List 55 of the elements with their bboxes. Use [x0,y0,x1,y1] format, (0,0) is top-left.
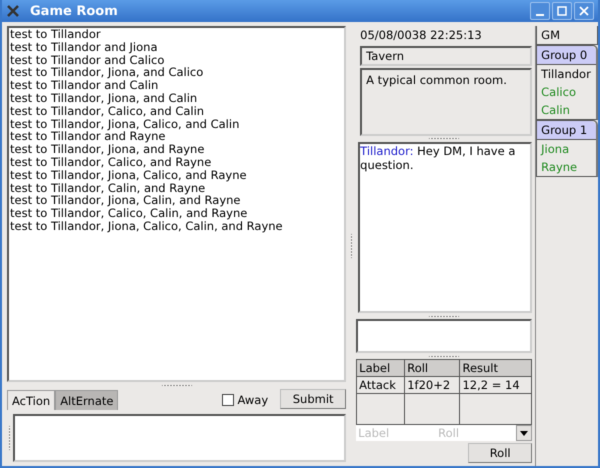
column-header[interactable]: Roll [404,360,460,377]
message-input[interactable] [13,414,346,462]
log-line: test to Tillandor and Jiona [10,40,159,54]
player-item[interactable]: Rayne [537,158,596,176]
log-line: test to Tillandor [10,28,102,41]
column-header[interactable]: Result [460,360,532,377]
player-item[interactable]: Calico [537,83,596,101]
minimize-icon [536,14,544,16]
maximize-button[interactable] [552,2,572,20]
description-box[interactable]: A typical common room. [360,68,532,136]
tab[interactable]: AltErnate [55,390,118,410]
log-line: test to Tillandor and Calico [10,54,166,66]
log-line: test to Tillandor, Jiona, and Calico [10,66,204,80]
window-title: Game Room [30,4,118,18]
splitter-grip[interactable] [7,426,11,450]
log-line: test to Tillandor, Jiona, and Rayne [10,143,206,156]
maximize-icon [557,6,567,16]
log-line: test to Tillandor and Calin [10,79,160,92]
log-line: test to Tillandor, Jiona, Calin, and Rayne [10,194,242,208]
group-header[interactable]: Group 0 [537,46,596,65]
away-label: Away [237,393,268,407]
caret-icon [520,430,528,436]
roll-field[interactable]: Roll [436,425,516,441]
app-icon [6,4,20,18]
location-field[interactable]: Tavern [360,46,532,66]
away-checkbox[interactable] [222,394,234,406]
player-item[interactable]: Tillandor [537,65,596,83]
player-item[interactable]: Calin [537,101,596,119]
tab[interactable]: AcTion [7,390,56,410]
table-cell: 1f20+2 [404,376,460,394]
log-line: test to Tillandor, Calico, Calin, and Rayne [10,207,248,220]
close-button[interactable] [574,2,594,20]
group-header[interactable]: Group 1 [537,121,596,140]
log-line: test to Tillandor, Calin, and Rayne [10,182,206,194]
submit-button[interactable]: Submit [280,389,346,409]
column-header[interactable]: Label [356,360,405,377]
log-line: test to Tillandor, Calico, and Rayne [10,156,212,169]
chat-input[interactable] [356,319,532,354]
timestamp: 05/08/0038 22:25:13 [359,27,483,44]
label-field[interactable]: Label [356,425,436,441]
minimize-button[interactable] [530,2,550,20]
log-line: test to Tillandor, Jiona, Calico, and Calin [10,118,240,130]
table-cell: Attack [356,376,405,394]
dropdown-button[interactable] [516,425,532,441]
log-line: test to Tillandor and Rayne [10,130,166,144]
table-cell: 12,2 = 14 [460,376,532,394]
close-icon [579,6,589,16]
player-item[interactable]: GM [536,26,598,45]
player-item[interactable]: Jiona [537,140,596,158]
log-line: test to Tillandor, Jiona, Calico, and Rayne [10,168,248,182]
log-line: test to Tillandor, Jiona, and Calin [10,92,198,105]
roll-button[interactable]: Roll [468,443,532,463]
log-line: test to Tillandor, Jiona, Calico, Calin, and Rayne [10,220,284,233]
log-line: test to Tillandor, Calico, and Calin [10,104,206,118]
chat-message: Tillandor: Hey DM, I have a question. [360,144,516,172]
